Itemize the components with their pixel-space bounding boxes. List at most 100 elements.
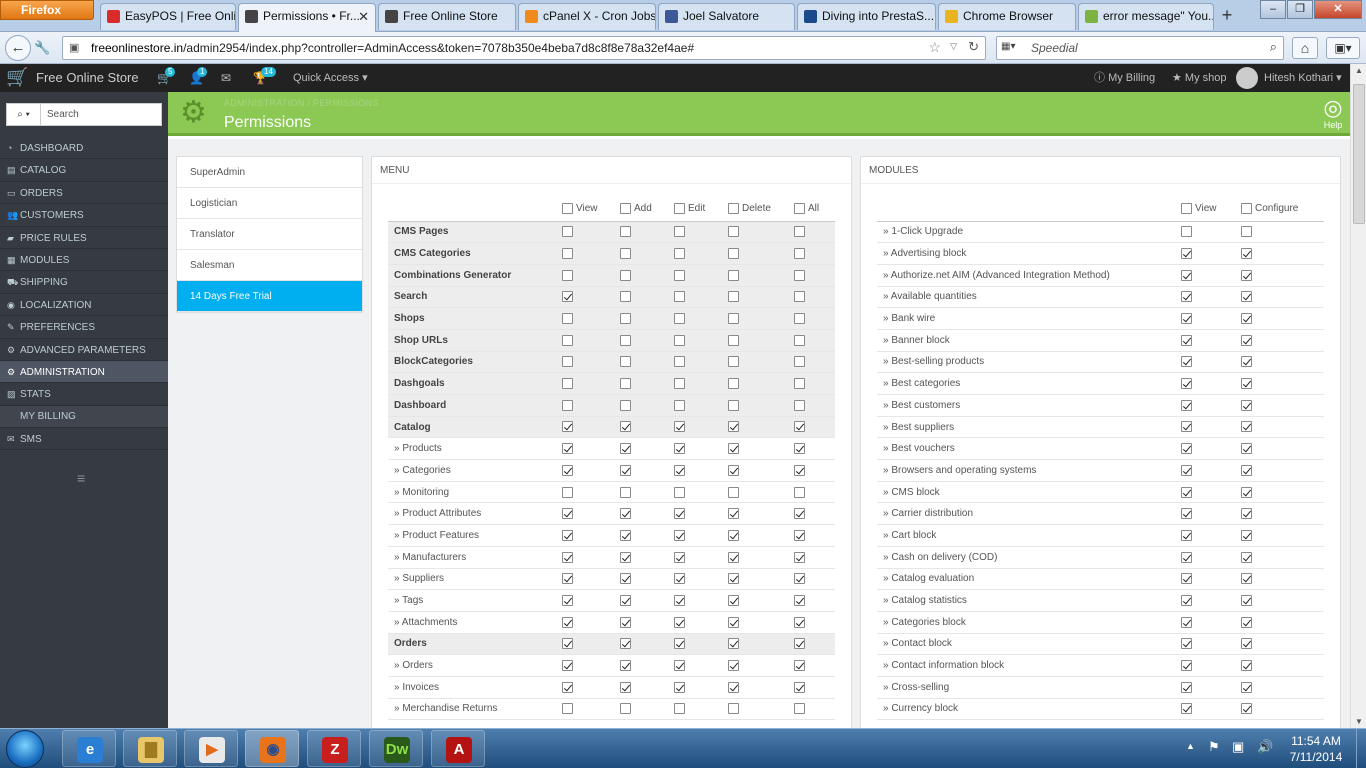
module-view-checkbox[interactable]: [1181, 616, 1192, 628]
permission-all-checkbox[interactable]: [794, 356, 805, 368]
permission-all-checkbox[interactable]: [794, 334, 805, 346]
permission-all-checkbox[interactable]: [794, 594, 805, 606]
permission-edit-checkbox[interactable]: [674, 421, 685, 433]
module-configure-checkbox[interactable]: [1241, 247, 1252, 259]
permission-edit-checkbox[interactable]: [674, 508, 685, 520]
permission-delete-checkbox[interactable]: [728, 529, 739, 541]
permission-delete-checkbox[interactable]: [728, 226, 739, 238]
module-configure-checkbox[interactable]: [1241, 399, 1252, 411]
sidebar-item-catalog[interactable]: ▤ CATALOG: [0, 159, 168, 182]
select-all-add-checkbox[interactable]: [620, 203, 631, 215]
permission-all-checkbox[interactable]: [794, 226, 805, 238]
admin-search[interactable]: ⌕ ▾ Search: [6, 103, 162, 126]
permission-delete-checkbox[interactable]: [728, 269, 739, 281]
permission-edit-checkbox[interactable]: [674, 464, 685, 476]
scroll-up-icon[interactable]: ▲: [1351, 66, 1366, 75]
module-view-checkbox[interactable]: [1181, 594, 1192, 606]
sidebar-item-advanced-parameters[interactable]: ⚙ ADVANCED PARAMETERS: [0, 339, 168, 361]
module-configure-checkbox[interactable]: [1241, 226, 1252, 238]
permission-delete-checkbox[interactable]: [728, 486, 739, 498]
permission-view-checkbox[interactable]: [562, 464, 573, 476]
permission-all-checkbox[interactable]: [794, 486, 805, 498]
adobe-reader-app[interactable]: A: [431, 730, 485, 767]
permission-edit-checkbox[interactable]: [674, 226, 685, 238]
action-center-flag-icon[interactable]: ⚑: [1208, 739, 1220, 755]
file-explorer-app[interactable]: ▇: [123, 730, 177, 767]
bookmark-star-icon[interactable]: ☆: [928, 39, 941, 56]
media-player-app[interactable]: ▶: [184, 730, 238, 767]
permission-all-checkbox[interactable]: [794, 378, 805, 390]
permission-add-checkbox[interactable]: [620, 226, 631, 238]
permission-all-checkbox[interactable]: [794, 269, 805, 281]
permission-view-checkbox[interactable]: [562, 421, 573, 433]
help-button[interactable]: ◎ Help: [1318, 96, 1348, 131]
permission-add-checkbox[interactable]: [620, 313, 631, 325]
permission-delete-checkbox[interactable]: [728, 703, 739, 715]
permission-add-checkbox[interactable]: [620, 421, 631, 433]
collapse-menu-icon[interactable]: ≡: [77, 470, 85, 486]
permission-delete-checkbox[interactable]: [728, 399, 739, 411]
permission-delete-checkbox[interactable]: [728, 638, 739, 650]
permission-all-checkbox[interactable]: [794, 616, 805, 628]
permission-view-checkbox[interactable]: [562, 443, 573, 455]
permission-edit-checkbox[interactable]: [674, 269, 685, 281]
home-icon[interactable]: ⌂: [1292, 37, 1318, 59]
module-view-checkbox[interactable]: [1181, 269, 1192, 281]
sidebar-item-shipping[interactable]: ⛟ SHIPPING: [0, 271, 168, 294]
page-scrollbar[interactable]: ▲ ▼: [1350, 64, 1366, 728]
sidebar-item-sms[interactable]: ✉ SMS: [0, 428, 168, 451]
maximize-button[interactable]: ❐: [1287, 0, 1313, 19]
module-configure-checkbox[interactable]: [1241, 638, 1252, 650]
module-view-checkbox[interactable]: [1181, 378, 1192, 390]
sidebar-item-modules[interactable]: ▦ MODULES: [0, 249, 168, 272]
permission-add-checkbox[interactable]: [620, 356, 631, 368]
permission-add-checkbox[interactable]: [620, 551, 631, 563]
permission-view-checkbox[interactable]: [562, 313, 573, 325]
permission-view-checkbox[interactable]: [562, 616, 573, 628]
permission-delete-checkbox[interactable]: [728, 660, 739, 672]
permission-delete-checkbox[interactable]: [728, 681, 739, 693]
module-view-checkbox[interactable]: [1181, 247, 1192, 259]
reload-icon[interactable]: ↻: [968, 39, 979, 55]
module-configure-checkbox[interactable]: [1241, 681, 1252, 693]
network-icon[interactable]: ▣: [1232, 739, 1244, 755]
permission-add-checkbox[interactable]: [620, 616, 631, 628]
messages-notification-icon[interactable]: ✉: [221, 71, 231, 85]
permission-view-checkbox[interactable]: [562, 226, 573, 238]
permission-view-checkbox[interactable]: [562, 247, 573, 259]
permission-view-checkbox[interactable]: [562, 529, 573, 541]
permission-edit-checkbox[interactable]: [674, 313, 685, 325]
permission-view-checkbox[interactable]: [562, 508, 573, 520]
profile-item[interactable]: 14 Days Free Trial: [177, 281, 362, 312]
permission-delete-checkbox[interactable]: [728, 551, 739, 563]
permission-all-checkbox[interactable]: [794, 247, 805, 259]
permission-view-checkbox[interactable]: [562, 356, 573, 368]
module-view-checkbox[interactable]: [1181, 529, 1192, 541]
permission-delete-checkbox[interactable]: [728, 356, 739, 368]
module-view-checkbox[interactable]: [1181, 313, 1192, 325]
permission-delete-checkbox[interactable]: [728, 291, 739, 303]
permission-all-checkbox[interactable]: [794, 313, 805, 325]
module-view-checkbox[interactable]: [1181, 356, 1192, 368]
permission-view-checkbox[interactable]: [562, 399, 573, 411]
module-configure-checkbox[interactable]: [1241, 421, 1252, 433]
browser-tab[interactable]: Chrome Browser: [938, 3, 1076, 30]
permission-add-checkbox[interactable]: [620, 464, 631, 476]
search-engine-box[interactable]: ▦▾ Speedial ⌕: [996, 36, 1284, 60]
select-all-edit-checkbox[interactable]: [674, 203, 685, 215]
permission-view-checkbox[interactable]: [562, 573, 573, 585]
module-view-checkbox[interactable]: [1181, 681, 1192, 693]
search-type-dropdown[interactable]: ⌕ ▾: [7, 104, 41, 125]
permission-all-checkbox[interactable]: [794, 703, 805, 715]
orders-notification-icon[interactable]: 🛒 5: [157, 67, 176, 85]
sidebar-item-dashboard[interactable]: ◔ DASHBOARD: [0, 137, 168, 160]
permission-edit-checkbox[interactable]: [674, 573, 685, 585]
permission-delete-checkbox[interactable]: [728, 378, 739, 390]
filezilla-app[interactable]: Z: [307, 730, 361, 767]
module-view-checkbox[interactable]: [1181, 421, 1192, 433]
permission-view-checkbox[interactable]: [562, 703, 573, 715]
permission-view-checkbox[interactable]: [562, 378, 573, 390]
addon-toolbar-icon[interactable]: ▣▾: [1326, 37, 1360, 59]
permission-delete-checkbox[interactable]: [728, 616, 739, 628]
permission-add-checkbox[interactable]: [620, 594, 631, 606]
